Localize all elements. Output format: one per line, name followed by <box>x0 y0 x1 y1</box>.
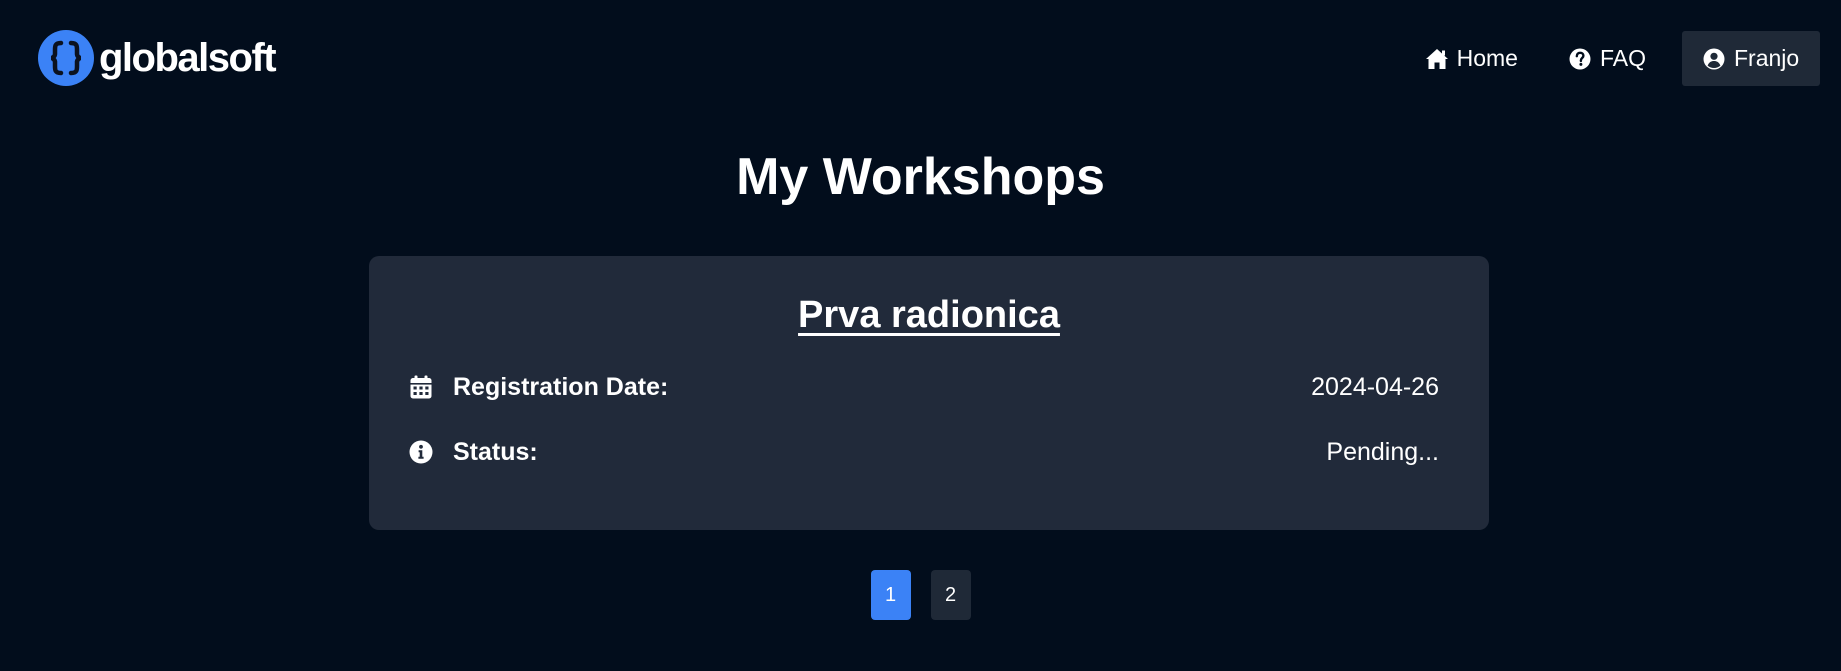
status-value: Pending... <box>1326 437 1439 466</box>
nav-links: Home FAQ Franjo <box>1411 31 1820 86</box>
question-circle-icon <box>1568 47 1592 71</box>
user-name-label: Franjo <box>1734 45 1800 71</box>
page-2-button[interactable]: 2 <box>930 570 971 620</box>
nav-faq-link[interactable]: FAQ <box>1554 31 1660 86</box>
page-1-button[interactable]: 1 <box>870 570 911 620</box>
nav-home-link[interactable]: Home <box>1411 31 1532 86</box>
navbar: globalsoft Home FAQ Franjo <box>0 0 1841 116</box>
pagination: 1 2 <box>0 570 1841 620</box>
curly-braces-logo-icon <box>38 30 94 86</box>
status-label: Status: <box>453 437 538 466</box>
nav-faq-label: FAQ <box>1599 45 1646 71</box>
calendar-icon <box>409 375 433 399</box>
user-menu-button[interactable]: Franjo <box>1682 31 1820 86</box>
workshop-card: Prva radionica Registration Date: 2024-0… <box>369 256 1489 530</box>
registration-date-value: 2024-04-26 <box>1311 372 1439 401</box>
registration-date-label: Registration Date: <box>453 372 669 401</box>
status-row: Status: Pending... <box>409 432 1449 472</box>
info-circle-icon <box>409 440 433 464</box>
registration-date-row: Registration Date: 2024-04-26 <box>409 367 1449 407</box>
workshop-title-link[interactable]: Prva radionica <box>369 292 1489 338</box>
brand-name: globalsoft <box>99 36 277 80</box>
user-circle-icon <box>1702 47 1726 71</box>
page-title: My Workshops <box>736 148 1105 206</box>
nav-home-label: Home <box>1456 45 1518 71</box>
brand-link[interactable]: globalsoft <box>38 30 277 86</box>
home-icon <box>1425 47 1449 71</box>
